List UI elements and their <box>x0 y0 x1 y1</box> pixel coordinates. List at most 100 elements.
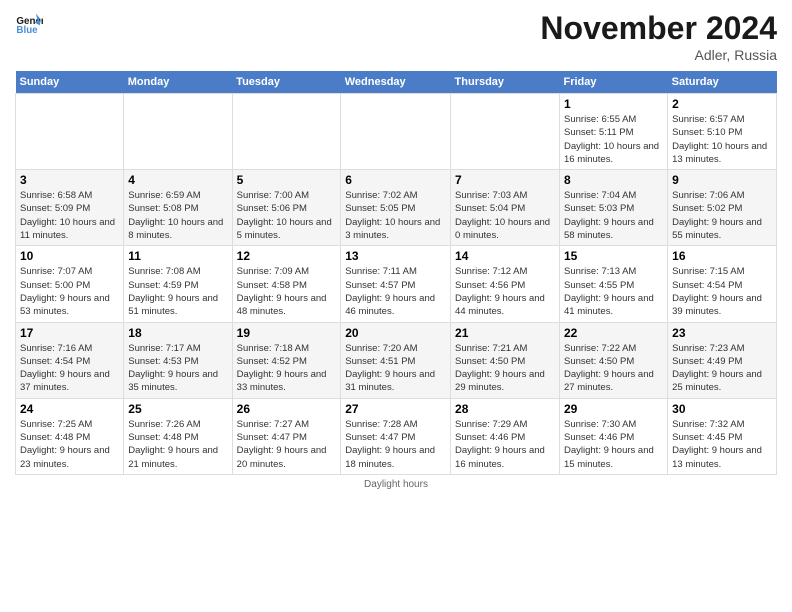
day-info: Sunrise: 7:23 AM Sunset: 4:49 PM Dayligh… <box>672 342 772 395</box>
page-header: General Blue November 2024 Adler, Russia <box>15 10 777 63</box>
calendar-table: Sunday Monday Tuesday Wednesday Thursday… <box>15 71 777 475</box>
table-row: 19 Sunrise: 7:18 AM Sunset: 4:52 PM Dayli… <box>232 322 341 398</box>
calendar-body: 1Sunrise: 6:55 AM Sunset: 5:11 PM Daylig… <box>16 94 777 475</box>
table-row: 7Sunrise: 7:03 AM Sunset: 5:04 PM Daylig… <box>451 170 560 246</box>
day-number: 16 <box>672 249 772 263</box>
logo: General Blue <box>15 10 43 38</box>
table-row: 21 Sunrise: 7:21 AM Sunset: 4:50 PM Dayli… <box>451 322 560 398</box>
table-row: 29Sunrise: 7:30 AM Sunset: 4:46 PM Dayli… <box>560 398 668 474</box>
calendar-week-2: 10 Sunrise: 7:07 AM Sunset: 5:00 PM Dayli… <box>16 246 777 322</box>
table-row: 14 Sunrise: 7:12 AM Sunset: 4:56 PM Dayli… <box>451 246 560 322</box>
day-number: 23 <box>672 326 772 340</box>
table-row <box>232 94 341 170</box>
month-title: November 2024 <box>540 10 777 47</box>
day-info: Sunrise: 7:00 AM Sunset: 5:06 PM Dayligh… <box>237 189 337 242</box>
day-info: Sunrise: 7:07 AM Sunset: 5:00 PM Dayligh… <box>20 265 119 318</box>
day-number: 2 <box>672 97 772 111</box>
day-number: 14 <box>455 249 555 263</box>
day-info: Sunrise: 7:15 AM Sunset: 4:54 PM Dayligh… <box>672 265 772 318</box>
day-info: Sunrise: 7:29 AM Sunset: 4:46 PM Dayligh… <box>455 418 555 471</box>
day-info: Sunrise: 7:09 AM Sunset: 4:58 PM Dayligh… <box>237 265 337 318</box>
day-info: Sunrise: 7:22 AM Sunset: 4:50 PM Dayligh… <box>564 342 663 395</box>
col-thursday: Thursday <box>451 71 560 94</box>
day-info: Sunrise: 7:06 AM Sunset: 5:02 PM Dayligh… <box>672 189 772 242</box>
day-number: 30 <box>672 402 772 416</box>
day-number: 22 <box>564 326 663 340</box>
col-wednesday: Wednesday <box>341 71 451 94</box>
table-row: 16 Sunrise: 7:15 AM Sunset: 4:54 PM Dayli… <box>668 246 777 322</box>
day-info: Sunrise: 6:57 AM Sunset: 5:10 PM Dayligh… <box>672 113 772 166</box>
day-info: Sunrise: 7:16 AM Sunset: 4:54 PM Dayligh… <box>20 342 119 395</box>
table-row: 24 Sunrise: 7:25 AM Sunset: 4:48 PM Dayli… <box>16 398 124 474</box>
day-info: Sunrise: 7:20 AM Sunset: 4:51 PM Dayligh… <box>345 342 446 395</box>
col-tuesday: Tuesday <box>232 71 341 94</box>
table-row: 9 Sunrise: 7:06 AM Sunset: 5:02 PM Daylig… <box>668 170 777 246</box>
day-number: 25 <box>128 402 227 416</box>
day-info: Sunrise: 7:26 AM Sunset: 4:48 PM Dayligh… <box>128 418 227 471</box>
calendar-week-4: 24 Sunrise: 7:25 AM Sunset: 4:48 PM Dayli… <box>16 398 777 474</box>
calendar-week-3: 17 Sunrise: 7:16 AM Sunset: 4:54 PM Dayli… <box>16 322 777 398</box>
day-info: Sunrise: 7:25 AM Sunset: 4:48 PM Dayligh… <box>20 418 119 471</box>
table-row: 12 Sunrise: 7:09 AM Sunset: 4:58 PM Dayli… <box>232 246 341 322</box>
day-number: 21 <box>455 326 555 340</box>
logo-icon: General Blue <box>15 10 43 38</box>
day-info: Sunrise: 7:04 AM Sunset: 5:03 PM Dayligh… <box>564 189 663 242</box>
table-row: 13Sunrise: 7:11 AM Sunset: 4:57 PM Dayli… <box>341 246 451 322</box>
day-info: Sunrise: 7:13 AM Sunset: 4:55 PM Dayligh… <box>564 265 663 318</box>
day-number: 4 <box>128 173 227 187</box>
table-row: 2 Sunrise: 6:57 AM Sunset: 5:10 PM Daylig… <box>668 94 777 170</box>
day-info: Sunrise: 6:58 AM Sunset: 5:09 PM Dayligh… <box>20 189 119 242</box>
day-info: Sunrise: 7:18 AM Sunset: 4:52 PM Dayligh… <box>237 342 337 395</box>
footer: Daylight hours <box>15 479 777 490</box>
day-number: 8 <box>564 173 663 187</box>
day-info: Sunrise: 7:08 AM Sunset: 4:59 PM Dayligh… <box>128 265 227 318</box>
table-row: 26Sunrise: 7:27 AM Sunset: 4:47 PM Dayli… <box>232 398 341 474</box>
title-area: November 2024 Adler, Russia <box>540 10 777 63</box>
table-row <box>341 94 451 170</box>
col-saturday: Saturday <box>668 71 777 94</box>
calendar-week-0: 1Sunrise: 6:55 AM Sunset: 5:11 PM Daylig… <box>16 94 777 170</box>
calendar-header: Sunday Monday Tuesday Wednesday Thursday… <box>16 71 777 94</box>
header-row: Sunday Monday Tuesday Wednesday Thursday… <box>16 71 777 94</box>
day-info: Sunrise: 6:59 AM Sunset: 5:08 PM Dayligh… <box>128 189 227 242</box>
day-number: 18 <box>128 326 227 340</box>
day-info: Sunrise: 7:27 AM Sunset: 4:47 PM Dayligh… <box>237 418 337 471</box>
footer-text: Daylight hours <box>364 479 428 490</box>
table-row: 20 Sunrise: 7:20 AM Sunset: 4:51 PM Dayli… <box>341 322 451 398</box>
day-number: 5 <box>237 173 337 187</box>
day-number: 10 <box>20 249 119 263</box>
day-info: Sunrise: 7:21 AM Sunset: 4:50 PM Dayligh… <box>455 342 555 395</box>
day-number: 19 <box>237 326 337 340</box>
day-number: 7 <box>455 173 555 187</box>
day-number: 1 <box>564 97 663 111</box>
svg-text:Blue: Blue <box>16 25 38 36</box>
table-row: 22 Sunrise: 7:22 AM Sunset: 4:50 PM Dayli… <box>560 322 668 398</box>
col-sunday: Sunday <box>16 71 124 94</box>
day-number: 17 <box>20 326 119 340</box>
table-row: 23 Sunrise: 7:23 AM Sunset: 4:49 PM Dayli… <box>668 322 777 398</box>
table-row: 3 Sunrise: 6:58 AM Sunset: 5:09 PM Daylig… <box>16 170 124 246</box>
table-row: 18 Sunrise: 7:17 AM Sunset: 4:53 PM Dayli… <box>124 322 232 398</box>
table-row: 17 Sunrise: 7:16 AM Sunset: 4:54 PM Dayli… <box>16 322 124 398</box>
table-row: 6Sunrise: 7:02 AM Sunset: 5:05 PM Daylig… <box>341 170 451 246</box>
day-info: Sunrise: 7:28 AM Sunset: 4:47 PM Dayligh… <box>345 418 446 471</box>
day-info: Sunrise: 7:17 AM Sunset: 4:53 PM Dayligh… <box>128 342 227 395</box>
day-info: Sunrise: 7:30 AM Sunset: 4:46 PM Dayligh… <box>564 418 663 471</box>
table-row: 30 Sunrise: 7:32 AM Sunset: 4:45 PM Dayli… <box>668 398 777 474</box>
day-number: 28 <box>455 402 555 416</box>
col-monday: Monday <box>124 71 232 94</box>
table-row: 15Sunrise: 7:13 AM Sunset: 4:55 PM Dayli… <box>560 246 668 322</box>
table-row <box>451 94 560 170</box>
table-row: 1Sunrise: 6:55 AM Sunset: 5:11 PM Daylig… <box>560 94 668 170</box>
day-number: 9 <box>672 173 772 187</box>
day-number: 24 <box>20 402 119 416</box>
day-number: 12 <box>237 249 337 263</box>
day-info: Sunrise: 7:32 AM Sunset: 4:45 PM Dayligh… <box>672 418 772 471</box>
calendar-week-1: 3 Sunrise: 6:58 AM Sunset: 5:09 PM Daylig… <box>16 170 777 246</box>
day-number: 13 <box>345 249 446 263</box>
table-row: 25 Sunrise: 7:26 AM Sunset: 4:48 PM Dayli… <box>124 398 232 474</box>
day-number: 20 <box>345 326 446 340</box>
day-number: 3 <box>20 173 119 187</box>
day-info: Sunrise: 7:12 AM Sunset: 4:56 PM Dayligh… <box>455 265 555 318</box>
table-row: 5 Sunrise: 7:00 AM Sunset: 5:06 PM Daylig… <box>232 170 341 246</box>
